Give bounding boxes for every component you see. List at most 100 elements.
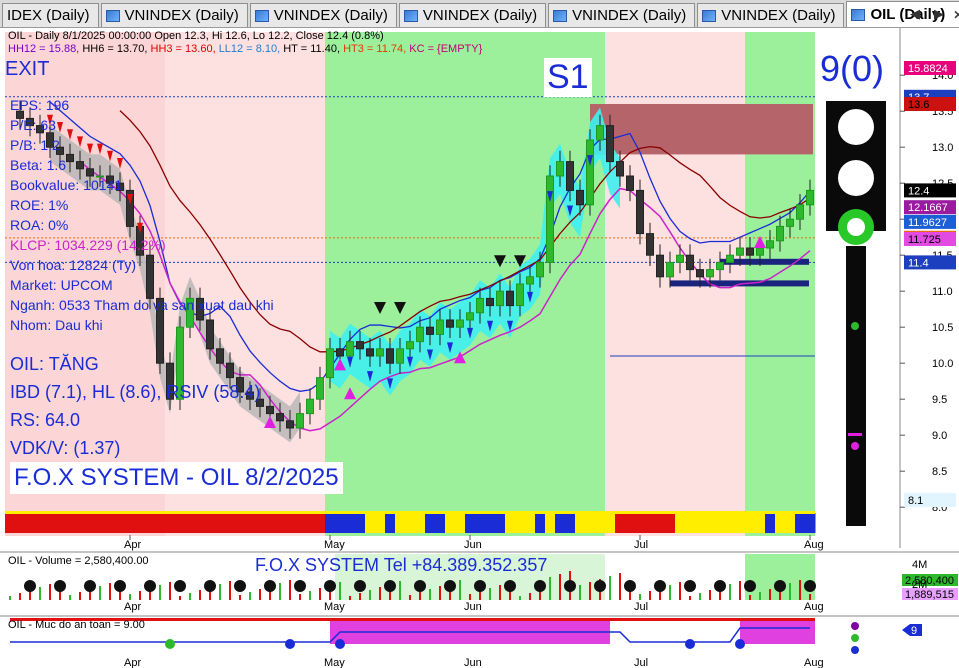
volume-dot-icon: [594, 580, 606, 592]
signal-strip-cell: [275, 513, 286, 533]
price-label-text: 11.725: [908, 234, 941, 246]
signal-strip-cell: [375, 513, 386, 533]
volume-dot-icon: [84, 580, 96, 592]
candle-body: [366, 348, 374, 357]
candle-body: [746, 247, 754, 256]
signal-strip-cell: [395, 513, 406, 533]
signal-strip-cell: [285, 513, 296, 533]
signal-strip-cell: [5, 513, 16, 533]
tab-0[interactable]: IDEX (Daily): [2, 3, 99, 27]
safety-x-label: May: [324, 657, 345, 668]
candle-body: [686, 254, 694, 271]
signal-strip-cell: [185, 513, 196, 533]
x-tick-label: May: [324, 539, 345, 551]
signal-strip-cell: [455, 513, 466, 533]
candle-body: [436, 319, 444, 335]
signal-strip-cell: [85, 513, 96, 533]
signal-strip-cell: [575, 513, 586, 533]
safety-dot-icon: [285, 639, 295, 649]
volume-panel-title: OIL - Volume = 2,580,400.00: [8, 555, 149, 567]
volume-bar: [359, 593, 361, 600]
candle-body: [636, 189, 644, 235]
candle-body: [346, 341, 354, 357]
signal-strip-cell: [125, 513, 136, 533]
chart-tab-icon: [403, 9, 418, 22]
signal-strip-cell: [365, 513, 376, 533]
signal-strip-cell: [775, 513, 786, 533]
tab-label: VNINDEX (Daily): [572, 7, 687, 24]
price-label-text: 11.9627: [908, 217, 947, 229]
price-label-text: 8.1: [908, 495, 923, 507]
volume-bar: [589, 582, 591, 600]
signal-strip-cell: [735, 513, 746, 533]
volume-dot-icon: [714, 580, 726, 592]
price-tick-label: 13.0: [932, 142, 953, 154]
tab-scroll-right-icon[interactable]: ▶: [930, 5, 948, 23]
close-icon[interactable]: ✕: [953, 8, 959, 22]
candle-body: [316, 377, 324, 400]
tab-5[interactable]: VNINDEX (Daily): [697, 3, 845, 27]
volume-x-label: Jun: [464, 601, 482, 613]
tab-scroll-left-icon[interactable]: ◀: [906, 5, 924, 23]
chart-tab-icon: [105, 9, 120, 22]
tab-4[interactable]: VNINDEX (Daily): [548, 3, 696, 27]
volume-dot-icon: [474, 580, 486, 592]
safety-x-label: Apr: [124, 657, 141, 668]
signal-strip-cell: [505, 513, 516, 533]
volume-bar: [649, 591, 651, 600]
candle-body: [596, 125, 604, 141]
safety-legend-green-icon: [851, 634, 859, 642]
resistance-zone: [590, 104, 813, 155]
volume-bar: [499, 585, 501, 600]
volume-bar: [689, 596, 691, 600]
volume-bar: [789, 583, 791, 600]
volume-bar: [809, 594, 811, 600]
volume-dot-icon: [24, 580, 36, 592]
tab-label: VNINDEX (Daily): [422, 7, 538, 24]
system-title: F.O.X SYSTEM - OIL 8/2/2025: [10, 462, 343, 494]
candle-body: [536, 261, 544, 278]
hh6-value: HH6 = 13.70,: [82, 43, 148, 55]
bookvalue-label: Bookvalue: 10141: [10, 177, 123, 193]
candle-body: [556, 161, 564, 177]
market-label: Market: UPCOM: [10, 277, 113, 293]
volume-bar: [139, 591, 141, 600]
candle-body: [266, 405, 274, 415]
candle-body: [736, 247, 744, 256]
volume-bar: [9, 596, 11, 600]
pb-label: P/B: 1.2: [10, 137, 60, 153]
candle-body: [486, 297, 494, 307]
signal-strip-cell: [255, 513, 266, 533]
rs-label: RS: 64.0: [10, 410, 81, 430]
volume-dot-icon: [54, 580, 66, 592]
nganh-label: Nganh: 0533 Tham do va san xuat dau khi: [10, 297, 274, 313]
signal-strip-cell: [715, 513, 726, 533]
chart-tab-icon: [553, 9, 568, 22]
volume-bar: [79, 592, 81, 600]
safety-legend-blue-icon: [851, 646, 859, 654]
tab-1[interactable]: VNINDEX (Daily): [100, 3, 248, 27]
price-label-text: 11.4: [908, 257, 929, 269]
candle-body: [516, 283, 524, 307]
volume-bar: [429, 589, 431, 600]
volume-dot-icon: [264, 580, 276, 592]
volume-dot-icon: [324, 580, 336, 592]
candle-body: [656, 254, 664, 278]
candle-body: [806, 189, 814, 206]
tab-2[interactable]: VNINDEX (Daily): [249, 3, 397, 27]
candle-body: [396, 348, 404, 364]
volume-dot-icon: [534, 580, 546, 592]
tab-3[interactable]: VNINDEX (Daily): [398, 3, 547, 27]
chart-tab-icon: [851, 8, 866, 21]
signal-strip-cell: [585, 513, 596, 533]
volume-bar: [179, 596, 181, 600]
safety-dot-icon: [335, 639, 345, 649]
ht3-value: HT3 = 11.74,: [343, 43, 407, 55]
score-label: 9(0): [820, 48, 885, 89]
signal-strip-cell: [755, 513, 766, 533]
ht-value: HT = 11.40,: [283, 43, 341, 55]
volume-watermark: F.O.X SYSTEM Tel +84.389.352.357: [255, 555, 548, 575]
candle-body: [766, 240, 774, 249]
candle-body: [586, 139, 594, 206]
volume-bar: [19, 593, 21, 600]
